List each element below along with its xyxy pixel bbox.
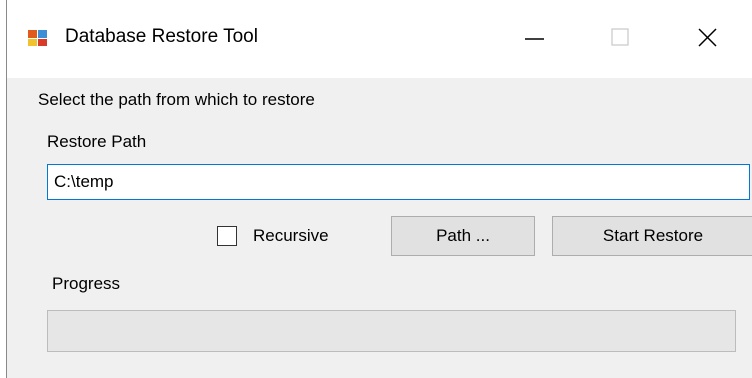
window-title: Database Restore Tool bbox=[65, 26, 258, 47]
progress-label: Progress bbox=[52, 274, 121, 293]
restore-tool-window: Database Restore Tool Select the path fr… bbox=[6, 0, 752, 378]
maximize-button[interactable] bbox=[597, 18, 643, 58]
start-restore-button[interactable]: Start Restore bbox=[552, 216, 752, 256]
maximize-icon bbox=[611, 28, 629, 46]
minimize-icon bbox=[525, 38, 544, 40]
restore-path-label: Restore Path bbox=[47, 132, 147, 151]
instruction-text: Select the path from which to restore bbox=[38, 90, 315, 109]
path-browse-button[interactable]: Path ... bbox=[391, 216, 535, 256]
restore-path-input[interactable] bbox=[47, 164, 750, 200]
minimize-button[interactable] bbox=[511, 18, 557, 58]
close-icon bbox=[698, 28, 717, 47]
title-bar[interactable]: Database Restore Tool bbox=[7, 0, 752, 78]
progress-bar bbox=[47, 310, 736, 352]
close-button[interactable] bbox=[685, 18, 731, 58]
recursive-checkbox-label[interactable]: Recursive bbox=[253, 226, 329, 246]
recursive-checkbox-box[interactable] bbox=[217, 226, 237, 246]
database-form-icon bbox=[27, 29, 49, 47]
recursive-checkbox[interactable]: Recursive bbox=[217, 222, 329, 250]
